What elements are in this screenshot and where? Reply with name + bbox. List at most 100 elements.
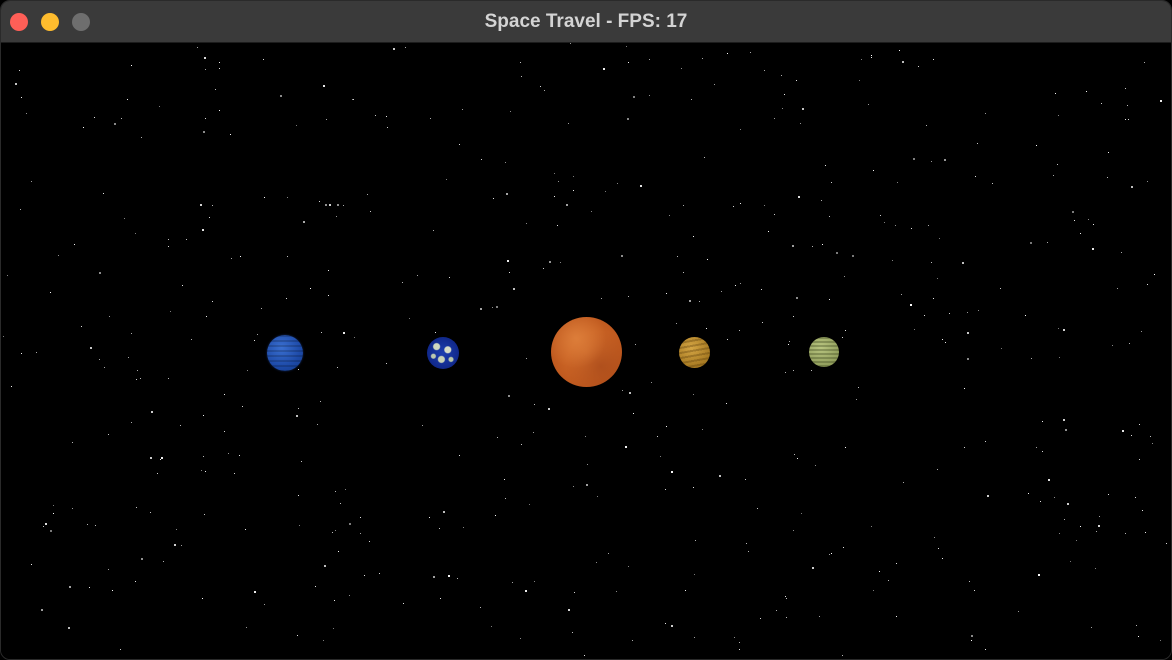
star <box>858 387 859 388</box>
star <box>1080 233 1081 234</box>
star <box>671 625 673 627</box>
star <box>430 118 431 119</box>
star <box>695 540 696 541</box>
star <box>529 504 530 505</box>
star <box>985 649 986 650</box>
star <box>762 322 763 323</box>
star <box>801 513 802 514</box>
star <box>1057 164 1058 165</box>
star <box>170 311 171 312</box>
star <box>182 285 183 286</box>
star <box>433 576 435 578</box>
star <box>512 582 513 583</box>
star <box>103 193 104 194</box>
star <box>971 640 972 641</box>
star <box>1058 115 1059 116</box>
star <box>459 144 460 145</box>
star <box>800 123 801 124</box>
star <box>337 204 339 206</box>
star <box>1088 219 1089 220</box>
star <box>239 455 240 456</box>
star <box>7 275 8 276</box>
star <box>204 57 206 59</box>
star <box>683 272 684 273</box>
gold-planet <box>679 337 710 368</box>
star <box>496 306 498 308</box>
star <box>945 342 946 343</box>
star <box>660 456 661 457</box>
star <box>301 461 302 462</box>
star <box>677 256 678 257</box>
star <box>296 415 298 417</box>
star <box>1125 119 1126 120</box>
star <box>975 176 976 177</box>
star <box>821 200 822 201</box>
star <box>135 233 136 234</box>
star <box>781 75 782 76</box>
star <box>212 205 213 206</box>
star <box>204 514 205 515</box>
star <box>554 196 555 197</box>
star <box>949 313 950 314</box>
star <box>219 68 220 69</box>
star <box>74 244 75 245</box>
star <box>354 337 355 338</box>
star <box>131 422 132 423</box>
star <box>764 205 765 206</box>
star <box>136 379 137 380</box>
star <box>985 113 986 114</box>
star <box>1036 145 1037 146</box>
star <box>735 285 736 286</box>
star <box>507 260 509 262</box>
star <box>745 479 746 480</box>
star <box>702 58 703 59</box>
star <box>931 161 932 162</box>
star <box>829 216 830 217</box>
star <box>628 296 629 297</box>
star <box>1093 224 1094 225</box>
star <box>114 123 116 125</box>
star <box>693 487 694 488</box>
star <box>676 323 677 324</box>
star <box>694 637 695 638</box>
star <box>298 369 299 370</box>
star <box>15 83 17 85</box>
star <box>706 328 707 329</box>
star <box>1160 640 1161 641</box>
star <box>26 113 27 114</box>
star <box>868 104 869 105</box>
star <box>548 408 550 410</box>
star <box>109 316 110 317</box>
title-bar[interactable]: Space Travel - FPS: 17 <box>1 1 1171 43</box>
star <box>1063 419 1065 421</box>
star <box>335 530 336 531</box>
star <box>433 230 434 231</box>
star <box>328 270 329 271</box>
star <box>844 276 845 277</box>
star <box>727 53 728 54</box>
star <box>1147 181 1148 182</box>
star <box>43 526 44 527</box>
star <box>150 512 151 513</box>
star <box>937 278 938 279</box>
star <box>393 48 395 50</box>
star <box>560 262 561 263</box>
star <box>621 255 623 257</box>
star <box>566 204 568 206</box>
star <box>99 359 100 360</box>
star <box>721 291 722 292</box>
star <box>651 382 652 383</box>
star <box>131 333 132 334</box>
star <box>649 59 650 60</box>
star <box>141 558 143 560</box>
star <box>387 127 388 128</box>
star <box>343 205 344 206</box>
star <box>495 515 496 516</box>
star <box>1150 436 1151 437</box>
star <box>1136 625 1137 626</box>
game-viewport[interactable] <box>1 43 1171 659</box>
star <box>1112 345 1113 346</box>
star <box>201 470 202 471</box>
star <box>36 352 37 353</box>
star <box>310 288 311 289</box>
